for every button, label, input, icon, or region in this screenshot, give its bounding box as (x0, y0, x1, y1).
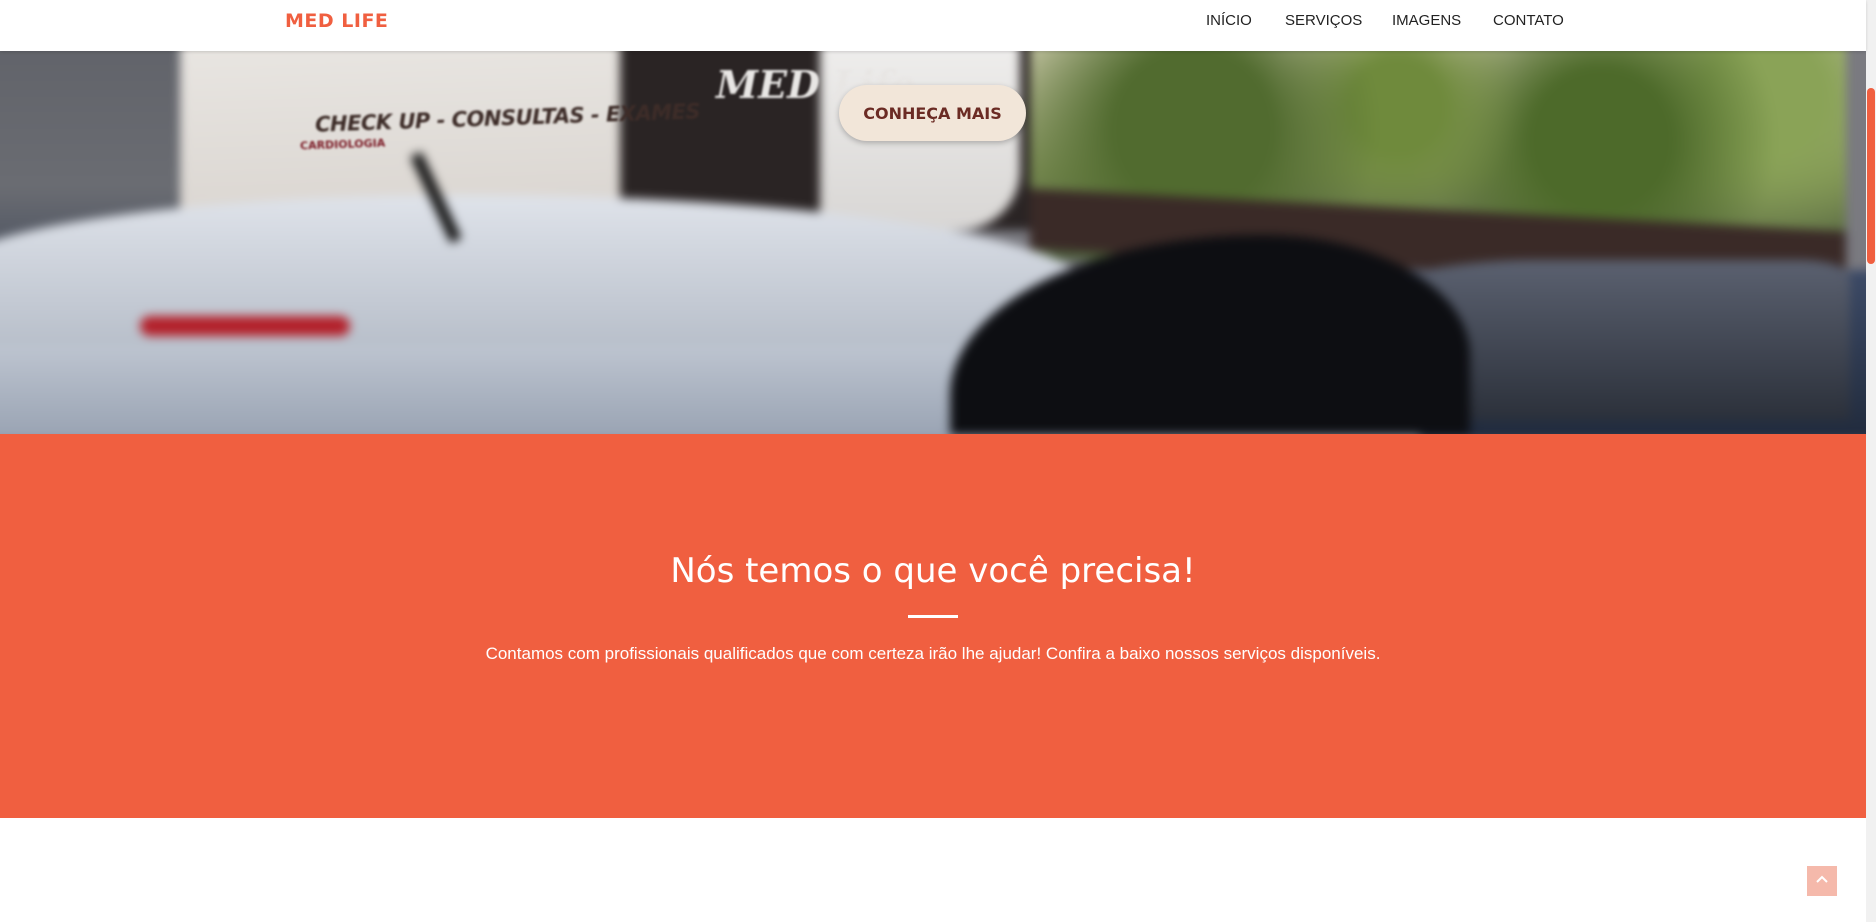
services-intro-section: Nós temos o que você precisa! Contamos c… (0, 434, 1866, 818)
learn-more-button[interactable]: CONHEÇA MAIS (839, 85, 1026, 141)
back-to-top-button[interactable] (1807, 866, 1837, 896)
hero-section: CHECK UP - CONSULTAS - EXAMES CARDIOLOGI… (0, 0, 1866, 434)
nav-link-contato[interactable]: CONTATO (1493, 12, 1564, 29)
chevron-up-icon (1814, 871, 1830, 892)
scrollbar-thumb[interactable] (1867, 88, 1875, 264)
top-navbar: MED LIFE INÍCIO SERVIÇOS IMAGENS CONTATO (0, 0, 1866, 51)
heading-divider (908, 615, 958, 618)
brand-logo[interactable]: MED LIFE (285, 10, 388, 32)
nav-link-inicio[interactable]: INÍCIO (1206, 12, 1252, 29)
nav-link-servicos[interactable]: SERVIÇOS (1285, 12, 1362, 29)
services-description: Contamos com profissionais qualificados … (485, 644, 1381, 663)
hero-background-photo (0, 0, 1866, 434)
nav-link-imagens[interactable]: IMAGENS (1392, 12, 1461, 29)
services-heading: Nós temos o que você precisa! (670, 551, 1196, 591)
